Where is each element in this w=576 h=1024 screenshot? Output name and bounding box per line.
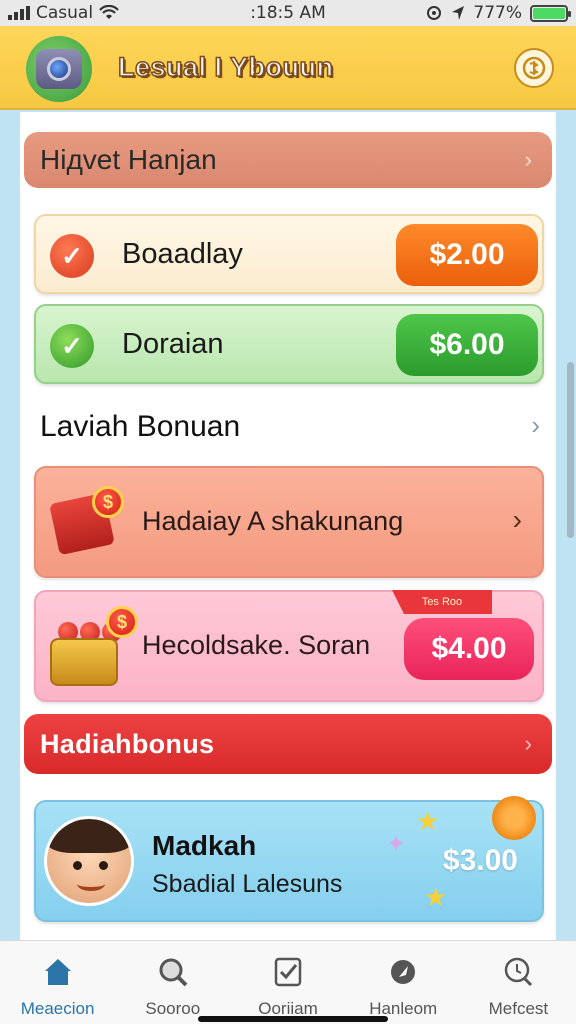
nav-item-home[interactable]: Meaecion <box>0 941 115 1024</box>
offer-card[interactable]: ✓ Doraian $6.00 <box>34 304 544 384</box>
section-header-first[interactable]: Hiдvet Hanjan › <box>24 132 552 188</box>
dollar-refresh-icon <box>522 56 546 80</box>
bonus-card[interactable]: $ Hecoldsake. Soran Tes Roo $4.00 <box>34 590 544 702</box>
promo-title: Madkah <box>152 830 257 861</box>
bonus-label: Hadaiay A shakunang <box>142 506 404 536</box>
checklist-icon <box>274 957 302 987</box>
camera-logo-icon[interactable] <box>26 36 92 102</box>
content-panel: Hiдvet Hanjan › ✓ Boaadlay $2.00 ✓ Dorai… <box>20 112 556 942</box>
status-bar: Casual :18:5 AM 777% <box>0 0 576 26</box>
search-icon <box>159 958 188 987</box>
section-title: Hiдvet Hanjan <box>40 144 217 175</box>
star-icon: ★ <box>416 806 440 836</box>
promo-amount: $3.00 <box>442 844 518 877</box>
avatar <box>44 816 134 906</box>
coin-basket-icon <box>50 638 118 686</box>
chevron-right-icon[interactable]: › <box>531 410 540 441</box>
lock-rotation-icon <box>427 6 442 20</box>
app-header: Lesual I Ybouun <box>0 26 576 110</box>
scrollbar[interactable] <box>567 362 574 538</box>
offer-label: Doraian <box>122 328 224 360</box>
bonus-card[interactable]: $ Hadaiay A shakunang › <box>34 466 544 578</box>
coin-icon: $ <box>106 606 138 638</box>
star-icon: ★ <box>424 882 448 912</box>
section-title: Hadiahbonus <box>40 728 215 759</box>
home-icon <box>44 959 71 985</box>
promo-subtitle: Sbadial Lalesuns <box>152 870 343 898</box>
app-title: Lesual I Ybouun <box>117 51 334 83</box>
section-title[interactable]: Laviah Bonuan <box>40 410 240 444</box>
price-button[interactable]: $4.00 <box>404 618 534 680</box>
battery-percent: 777% <box>473 3 522 23</box>
price-button[interactable]: $2.00 <box>396 224 538 286</box>
check-icon: ✓ <box>50 234 94 278</box>
home-indicator[interactable] <box>198 1016 388 1022</box>
header-action-button[interactable] <box>514 48 554 88</box>
bottom-nav: Meaecion Sooroo Ooriiam Hanleom Mefcest <box>0 940 576 1024</box>
nav-item-search[interactable]: Sooroo <box>115 941 230 1024</box>
offer-label: Boaadlay <box>122 238 243 270</box>
coin-icon: $ <box>92 486 124 518</box>
nav-item-chat-search[interactable]: Mefcest <box>461 941 576 1024</box>
chevron-right-icon: › <box>524 731 532 756</box>
promo-ribbon: Tes Roo <box>392 590 492 614</box>
nav-item-rocket[interactable]: Hanleom <box>346 941 461 1024</box>
flower-icon <box>492 796 536 840</box>
chevron-right-icon: › <box>512 504 522 535</box>
check-icon: ✓ <box>50 324 94 368</box>
sparkle-icon: ✦ <box>386 831 407 858</box>
nav-label: Mefcest <box>488 999 549 1018</box>
location-icon <box>452 6 465 20</box>
chat-search-icon <box>505 957 533 987</box>
price-button[interactable]: $6.00 <box>396 314 538 376</box>
bonus-label: Hecoldsake. Soran <box>142 630 371 660</box>
rocket-icon <box>391 960 416 984</box>
chevron-right-icon: › <box>524 147 532 172</box>
battery-icon <box>530 4 571 22</box>
section-header-third[interactable]: Hadiahbonus › <box>24 714 552 774</box>
offer-card[interactable]: ✓ Boaadlay $2.00 <box>34 214 544 294</box>
nav-label: Meaecion <box>20 999 95 1018</box>
promo-card[interactable]: Madkah Sbadial Lalesuns ✦ ★ ★ $3.00 <box>34 796 544 922</box>
nav-item-checklist[interactable]: Ooriiam <box>230 941 345 1024</box>
